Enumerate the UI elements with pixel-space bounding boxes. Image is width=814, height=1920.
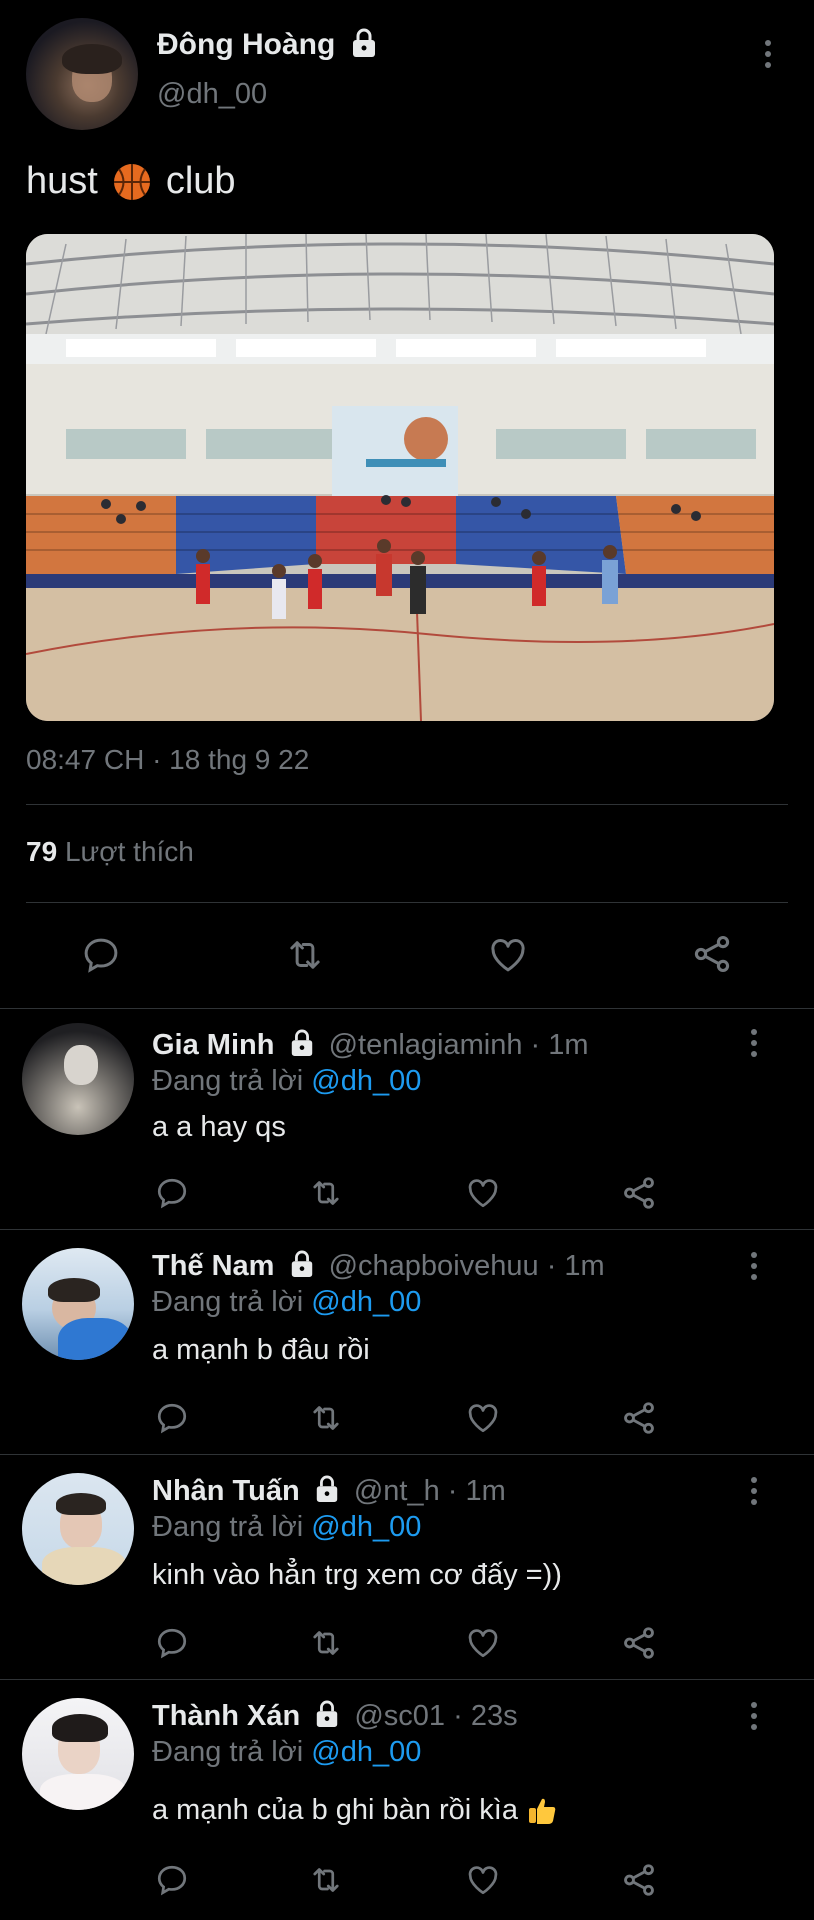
reply-author-handle[interactable]: @nt_h — [354, 1475, 440, 1507]
likes-stat[interactable]: 79 Lượt thích — [26, 836, 194, 868]
retweet-icon[interactable] — [306, 1175, 346, 1211]
replying-label: Đang trả lời — [152, 1736, 304, 1768]
avatar[interactable] — [22, 1023, 134, 1135]
retweet-icon[interactable] — [306, 1400, 346, 1436]
share-icon[interactable] — [620, 1624, 658, 1662]
more-icon[interactable] — [751, 1477, 757, 1510]
replying-mention[interactable]: @dh_00 — [311, 1511, 421, 1543]
replying-mention[interactable]: @dh_00 — [311, 1065, 421, 1097]
replying-mention[interactable]: @dh_00 — [311, 1736, 421, 1768]
more-icon[interactable] — [765, 40, 771, 73]
more-icon[interactable] — [751, 1252, 757, 1285]
like-icon[interactable] — [464, 1175, 502, 1211]
reply-item[interactable]: Nhân Tuấn @nt_h · 1m Đang trả lời @dh_00… — [0, 1455, 814, 1679]
reply-author-name[interactable]: Gia Minh — [152, 1029, 274, 1061]
basketball-court-photo — [26, 234, 774, 721]
reply-item[interactable]: Thế Nam @chapboivehuu · 1m Đang trả lời … — [0, 1230, 814, 1454]
avatar[interactable] — [22, 1248, 134, 1360]
reply-text: a a hay qs — [152, 1111, 286, 1143]
replying-label: Đang trả lời — [152, 1286, 304, 1318]
reply-icon[interactable] — [154, 1862, 190, 1898]
reply-author-name[interactable]: Thế Nam — [152, 1250, 274, 1282]
basketball-emoji — [113, 163, 150, 200]
reply-header: Gia Minh @tenlagiaminh · 1m — [152, 1029, 589, 1062]
more-icon[interactable] — [751, 1029, 757, 1062]
reply-text: kinh vào hẳn trg xem cơ đấy =)) — [152, 1559, 562, 1591]
like-icon[interactable] — [464, 1400, 502, 1436]
reply-author-name[interactable]: Thành Xán — [152, 1700, 300, 1732]
reply-item[interactable]: Gia Minh @tenlagiaminh · 1m Đang trả lời… — [0, 1009, 814, 1229]
lock-icon — [291, 1250, 312, 1278]
author-handle[interactable]: @dh_00 — [157, 78, 267, 111]
reply-text: a mạnh b đâu rồi — [152, 1334, 370, 1366]
reply-time: · 1m — [530, 1029, 589, 1061]
thumbs-up-emoji — [528, 1798, 556, 1824]
retweet-icon[interactable] — [306, 1862, 346, 1898]
lock-icon — [316, 1475, 337, 1503]
author-name-text: Đông Hoàng — [157, 28, 336, 61]
share-icon[interactable] — [620, 1861, 658, 1899]
like-icon[interactable] — [464, 1862, 502, 1898]
reply-time: · 1m — [447, 1475, 506, 1507]
reply-time: · 1m — [546, 1250, 605, 1282]
reply-author-handle[interactable]: @tenlagiaminh — [329, 1029, 523, 1061]
reply-header: Thế Nam @chapboivehuu · 1m — [152, 1250, 605, 1283]
replying-mention[interactable]: @dh_00 — [311, 1286, 421, 1318]
reply-time: · 23s — [453, 1700, 518, 1732]
lock-icon — [317, 1700, 338, 1728]
replying-label: Đang trả lời — [152, 1065, 304, 1097]
divider — [26, 902, 788, 903]
more-icon[interactable] — [751, 1702, 757, 1735]
reply-header: Thành Xán @sc01 · 23s — [152, 1700, 518, 1733]
share-icon[interactable] — [620, 1399, 658, 1437]
reply-header: Nhân Tuấn @nt_h · 1m — [152, 1475, 506, 1508]
reply-icon[interactable] — [154, 1400, 190, 1436]
lock-icon — [352, 28, 375, 58]
lock-icon — [291, 1029, 312, 1057]
share-icon[interactable] — [690, 932, 734, 976]
divider — [26, 804, 788, 805]
post-text-before: hust — [26, 160, 98, 202]
likes-count: 79 — [26, 836, 58, 867]
avatar[interactable] — [22, 1698, 134, 1810]
retweet-icon[interactable] — [282, 934, 328, 976]
reply-author-handle[interactable]: @chapboivehuu — [329, 1250, 539, 1282]
reply-author-handle[interactable]: @sc01 — [354, 1700, 445, 1732]
post-text-after: club — [165, 160, 236, 202]
replying-to: Đang trả lời @dh_00 — [152, 1065, 421, 1098]
retweet-icon[interactable] — [306, 1625, 346, 1661]
author-avatar[interactable] — [26, 18, 138, 130]
post-text: hust club — [26, 160, 236, 203]
post-media-image[interactable] — [26, 234, 774, 721]
likes-label: Lượt thích — [64, 836, 194, 867]
post-timestamp[interactable]: 08:47 CH · 18 thg 9 22 — [26, 744, 309, 776]
replying-label: Đang trả lời — [152, 1511, 304, 1543]
reply-icon[interactable] — [154, 1625, 190, 1661]
avatar[interactable] — [22, 1473, 134, 1585]
share-icon[interactable] — [620, 1174, 658, 1212]
replying-to: Đang trả lời @dh_00 — [152, 1511, 421, 1544]
like-icon[interactable] — [486, 934, 530, 976]
like-icon[interactable] — [464, 1625, 502, 1661]
replying-to: Đang trả lời @dh_00 — [152, 1736, 421, 1769]
reply-text-content: a mạnh của b ghi bàn rồi kìa — [152, 1794, 518, 1826]
replying-to: Đang trả lời @dh_00 — [152, 1286, 421, 1319]
reply-icon[interactable] — [154, 1175, 190, 1211]
reply-icon[interactable] — [80, 934, 122, 976]
author-name[interactable]: Đông Hoàng — [157, 28, 378, 62]
reply-item[interactable]: Thành Xán @sc01 · 23s Đang trả lời @dh_0… — [0, 1680, 814, 1920]
reply-text: a mạnh của b ghi bàn rồi kìa — [152, 1794, 558, 1827]
reply-author-name[interactable]: Nhân Tuấn — [152, 1475, 300, 1507]
